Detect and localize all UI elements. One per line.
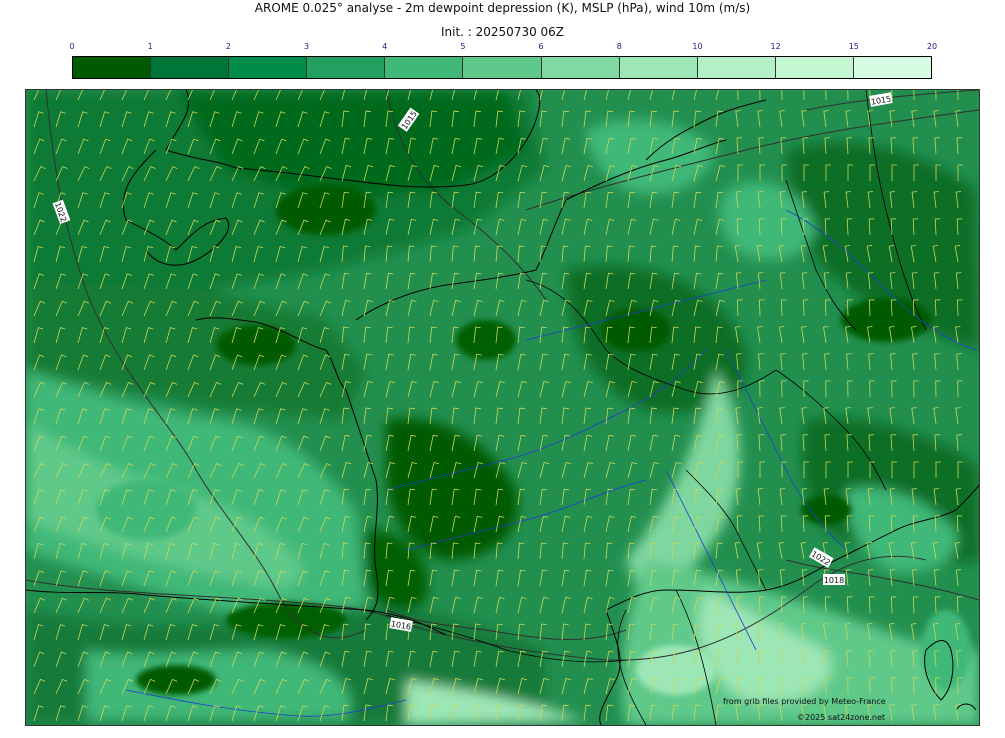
- data-source-credit: from grib files provided by Meteo-France: [723, 697, 886, 706]
- map-canvas: 101510221016102210151018: [26, 90, 979, 725]
- isobar-label: 1018: [823, 574, 845, 585]
- legend-color-0: [73, 57, 152, 78]
- legend-tick-label: 5: [460, 42, 466, 51]
- legend-tick-label: 15: [848, 42, 859, 51]
- legend-tick-label: 12: [770, 42, 781, 51]
- init-time: Init. : 20250730 06Z: [440, 25, 565, 39]
- legend-tick-label: 2: [225, 42, 231, 51]
- legend-tick-label: 0: [69, 42, 75, 51]
- legend-tick-label: 20: [926, 42, 938, 51]
- legend-color-5: [463, 57, 542, 78]
- legend-color-8: [697, 57, 776, 78]
- legend-color-7: [619, 57, 698, 78]
- legend-color-9: [775, 57, 854, 78]
- colorbar-legend: [72, 56, 932, 79]
- legend-color-6: [541, 57, 620, 78]
- legend-tick-label: 1: [147, 42, 153, 51]
- legend-color-2: [229, 57, 308, 78]
- legend-tick-label: 8: [616, 42, 622, 51]
- legend-tick-label: 10: [692, 42, 703, 51]
- map-title: AROME 0.025° analyse - 2m dewpoint depre…: [254, 1, 751, 15]
- isobar-label-text: 1018: [824, 576, 844, 585]
- copyright-credit: ©2025 sat24zone.net: [797, 713, 886, 722]
- legend-tick-label: 3: [303, 42, 310, 51]
- weather-map[interactable]: 1015 1022 1016 1022 1015 1018: [25, 89, 980, 726]
- legend-tick-label: 4: [382, 42, 388, 51]
- legend-color-4: [385, 57, 464, 78]
- legend-tick-label: 6: [538, 42, 544, 51]
- legend-color-1: [151, 57, 230, 78]
- legend-color-10: [853, 57, 932, 78]
- legend-color-3: [307, 57, 386, 78]
